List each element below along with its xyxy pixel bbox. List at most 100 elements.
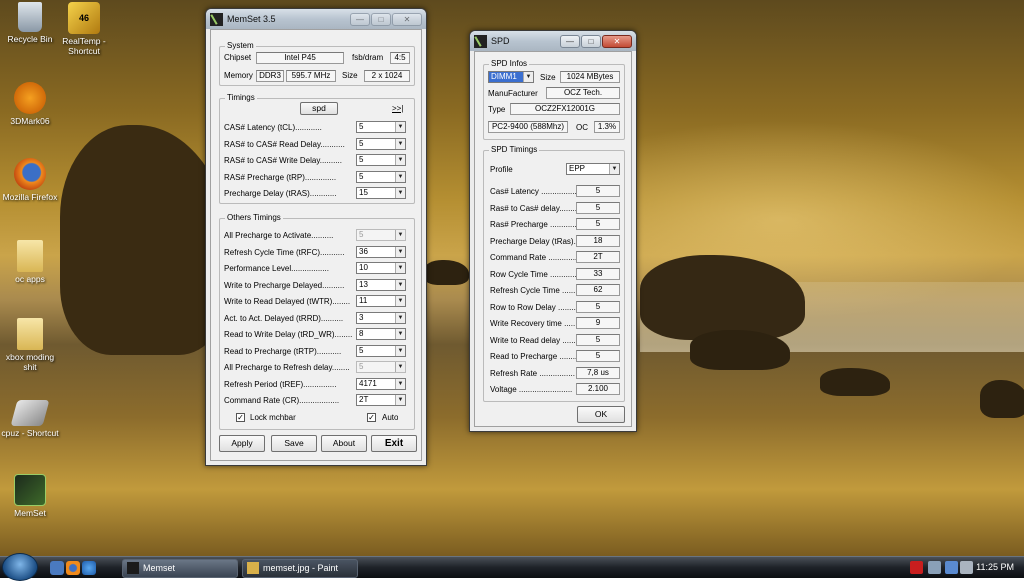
taskbar-item-memset[interactable]: Memset <box>122 559 238 578</box>
timing-value: 2T <box>359 395 369 404</box>
timing-select[interactable]: 5 ▼ <box>356 344 406 357</box>
timing-select[interactable]: 2T ▼ <box>356 394 406 406</box>
chevron-down-icon: ▼ <box>395 246 405 257</box>
lock-mchbar-checkbox[interactable]: ✓ <box>236 413 245 422</box>
tray-icon[interactable] <box>928 561 941 574</box>
spd-timing-value: 2.100 <box>576 383 620 395</box>
close-button[interactable]: ✕ <box>602 34 632 48</box>
rock <box>424 260 469 285</box>
next-link[interactable]: >>| <box>392 104 403 113</box>
memset-icon <box>14 474 46 506</box>
chevron-down-icon: ▼ <box>395 230 405 240</box>
timing-value: 5 <box>359 345 364 355</box>
exit-button[interactable]: Exit <box>371 435 417 452</box>
desktop-icon-3dmark[interactable]: 3DMark06 <box>0 82 60 126</box>
timing-select[interactable]: 36 ▼ <box>356 245 406 258</box>
dimm-value: DIMM1 <box>491 72 517 81</box>
network-icon[interactable] <box>945 561 958 574</box>
memory-frequency: 595.7 MHz <box>286 70 336 82</box>
timing-select[interactable]: 10 ▼ <box>356 262 406 274</box>
realtemp-icon: 46 <box>68 2 100 34</box>
apply-button[interactable]: Apply <box>219 435 265 452</box>
task-label: memset.jpg - Paint <box>263 563 339 573</box>
taskbar-item-paint[interactable]: memset.jpg - Paint <box>242 559 358 578</box>
timing-select[interactable]: 5 ▼ <box>356 170 406 183</box>
timing-label: CAS# Latency (tCL)............ <box>224 123 322 132</box>
close-button[interactable]: ✕ <box>392 12 422 26</box>
dimm-select[interactable]: DIMM1 ▼ <box>488 71 534 83</box>
timing-select[interactable]: 5 ▼ <box>356 137 406 150</box>
spd-timing-label: Ras# to Cas# delay......... <box>490 203 576 213</box>
spd-size-value: 1024 MBytes <box>560 71 620 83</box>
timing-label: All Precharge to Refresh delay........ <box>224 363 350 372</box>
oc-value: 1.3% <box>594 121 620 133</box>
manufacturer-value: OCZ Tech. <box>546 87 620 99</box>
desktop-icon-realtemp[interactable]: 46 RealTemp - Shortcut <box>54 2 114 56</box>
spd-titlebar[interactable]: SPD — □ ✕ <box>470 31 636 51</box>
desktop-icon-label: xbox moding shit <box>5 352 55 372</box>
window-title: SPD <box>491 36 510 46</box>
type-value: OCZ2FX12001G <box>510 103 620 115</box>
clock[interactable]: 11:25 PM <box>976 557 1014 578</box>
chipset-label: Chipset <box>224 53 252 62</box>
desktop-icon-recycle-bin[interactable]: Recycle Bin <box>0 2 60 44</box>
auto-checkbox[interactable]: ✓ <box>367 413 376 422</box>
timing-label: Act. to Act. Delayed (tRRD).......... <box>224 313 344 323</box>
profile-select[interactable]: EPP ▼ <box>566 163 620 175</box>
profile-label: Profile <box>490 165 513 174</box>
show-desktop-icon[interactable] <box>50 561 64 575</box>
volume-icon[interactable] <box>960 561 973 574</box>
group-title: SPD Infos <box>489 59 530 68</box>
memset-titlebar[interactable]: MemSet 3.5 — □ ✕ <box>206 9 426 29</box>
spd-body: SPD Infos DIMM1 ▼ Size 1024 MBytes ManuF… <box>474 51 632 427</box>
timing-value: 5 <box>359 122 364 131</box>
timing-select[interactable]: 15 ▼ <box>356 187 406 199</box>
spd-timing-label: Row to Row Delay .......... <box>490 302 576 312</box>
spd-timing-value: 33 <box>576 267 620 280</box>
fsb-value: 4:5 <box>390 52 410 64</box>
size-label: Size <box>540 73 556 82</box>
desktop-icon-memset[interactable]: MemSet <box>0 474 60 518</box>
timing-select[interactable]: 3 ▼ <box>356 311 406 324</box>
task-label: Memset <box>143 563 176 573</box>
spd-timing-value: 9 <box>576 317 620 329</box>
timing-value: 10 <box>359 263 368 272</box>
spd-timing-value: 5 <box>576 333 620 346</box>
taskbar: Memset memset.jpg - Paint 11:25 PM <box>0 553 1024 581</box>
memset-window: MemSet 3.5 — □ ✕ System Chipset Intel P4… <box>205 8 427 466</box>
chevron-down-icon: ▼ <box>395 312 405 323</box>
timing-select[interactable]: 11 ▼ <box>356 295 406 307</box>
timing-select[interactable]: 5 ▼ <box>356 154 406 166</box>
ok-button[interactable]: OK <box>577 406 625 423</box>
spd-button[interactable]: spd <box>300 102 338 115</box>
timing-value: 5 <box>359 362 364 371</box>
timing-value: 36 <box>359 246 368 256</box>
timing-select[interactable]: 5 ▼ <box>356 121 406 133</box>
chevron-down-icon: ▼ <box>395 171 405 182</box>
chevron-down-icon: ▼ <box>395 345 405 356</box>
timing-select[interactable]: 4171 ▼ <box>356 377 406 390</box>
desktop-icon-cpuz[interactable]: cpuz - Shortcut <box>0 400 60 438</box>
minimize-button[interactable]: — <box>560 34 580 48</box>
desktop-icon-label: oc apps <box>15 274 45 284</box>
timing-label: Write to Read Delayed (tWTR)........ <box>224 297 351 306</box>
timing-value: 5 <box>359 138 364 148</box>
minimize-button[interactable]: — <box>350 12 370 26</box>
maximize-button[interactable]: □ <box>581 34 601 48</box>
timing-select[interactable]: 13 ▼ <box>356 278 406 291</box>
desktop-icon-xbox-folder[interactable]: xbox moding shit <box>0 318 60 372</box>
internet-explorer-icon[interactable] <box>82 561 96 575</box>
save-button[interactable]: Save <box>271 435 317 452</box>
profile-value: EPP <box>569 164 586 173</box>
start-button[interactable] <box>2 553 38 581</box>
about-button[interactable]: About <box>321 435 367 452</box>
desktop-icon-label: RealTemp - Shortcut <box>62 36 106 56</box>
desktop-icon-firefox[interactable]: Mozilla Firefox <box>0 158 60 202</box>
spd-timings-group: SPD Timings Profile EPP ▼ Cas# Latency .… <box>483 145 625 402</box>
timing-select[interactable]: 8 ▼ <box>356 328 406 340</box>
maximize-button[interactable]: □ <box>371 12 391 26</box>
desktop-icon-oc-apps[interactable]: oc apps <box>0 240 60 284</box>
system-group: System Chipset Intel P45 fsb/dram 4:5 Me… <box>219 41 415 86</box>
firefox-icon[interactable] <box>66 561 80 575</box>
ati-tray-icon[interactable] <box>910 561 923 574</box>
